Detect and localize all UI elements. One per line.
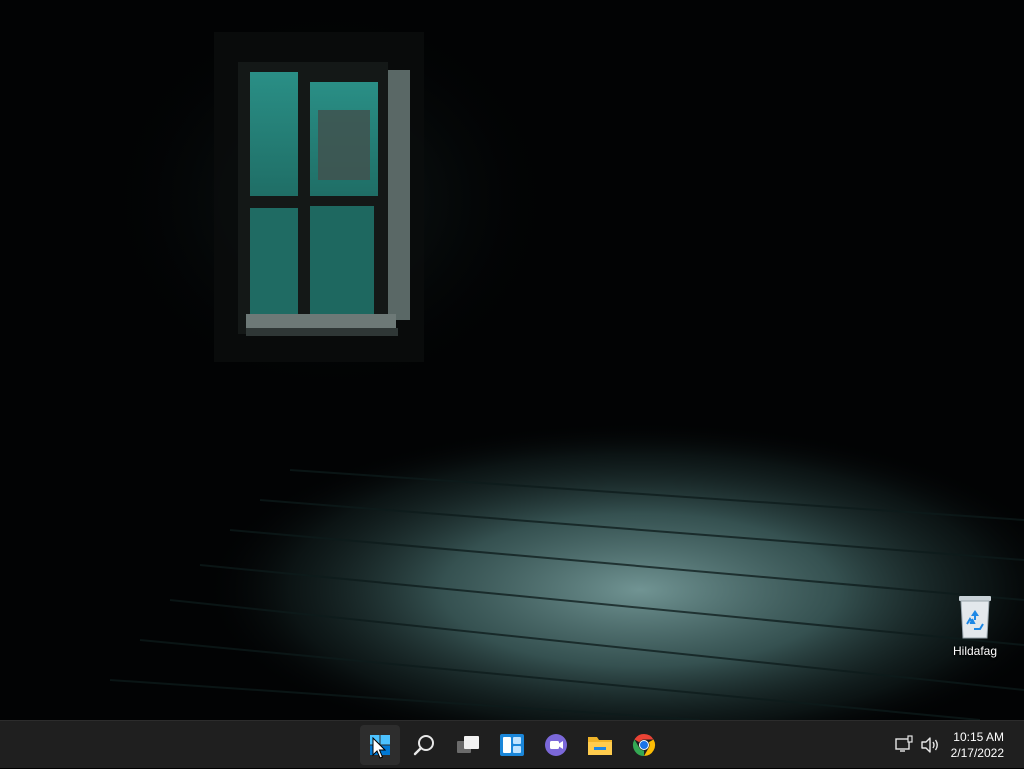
chat-button[interactable] — [536, 725, 576, 765]
folder-icon — [588, 737, 612, 755]
task-view-icon — [457, 736, 479, 753]
chrome-button[interactable] — [624, 725, 664, 765]
task-view-button[interactable] — [448, 725, 488, 765]
clock-time: 10:15 AM — [953, 730, 1004, 744]
teams-chat-icon — [545, 734, 567, 756]
network-icon[interactable] — [894, 735, 914, 755]
desktop[interactable]: Hildafag — [0, 0, 1024, 720]
widgets-icon — [500, 734, 524, 756]
chrome-icon — [632, 734, 656, 756]
taskbar: 10:15 AM 2/17/2022 — [0, 720, 1024, 768]
file-explorer-button[interactable] — [580, 725, 620, 765]
recycle-bin-icon — [959, 596, 991, 639]
clock-date: 2/17/2022 — [950, 746, 1004, 760]
search-button[interactable] — [404, 725, 444, 765]
windows-logo-icon — [370, 735, 390, 755]
window-illustration — [214, 32, 424, 362]
wallpaper — [0, 0, 1024, 720]
desktop-icon-label: Hildafag — [952, 644, 998, 658]
widgets-button[interactable] — [492, 725, 532, 765]
start-button[interactable] — [360, 725, 400, 765]
search-icon — [413, 735, 434, 756]
desktop-icon-recycle-bin[interactable]: Hildafag — [944, 594, 1006, 666]
clock[interactable]: 10:15 AM 2/17/2022 — [934, 729, 1004, 761]
